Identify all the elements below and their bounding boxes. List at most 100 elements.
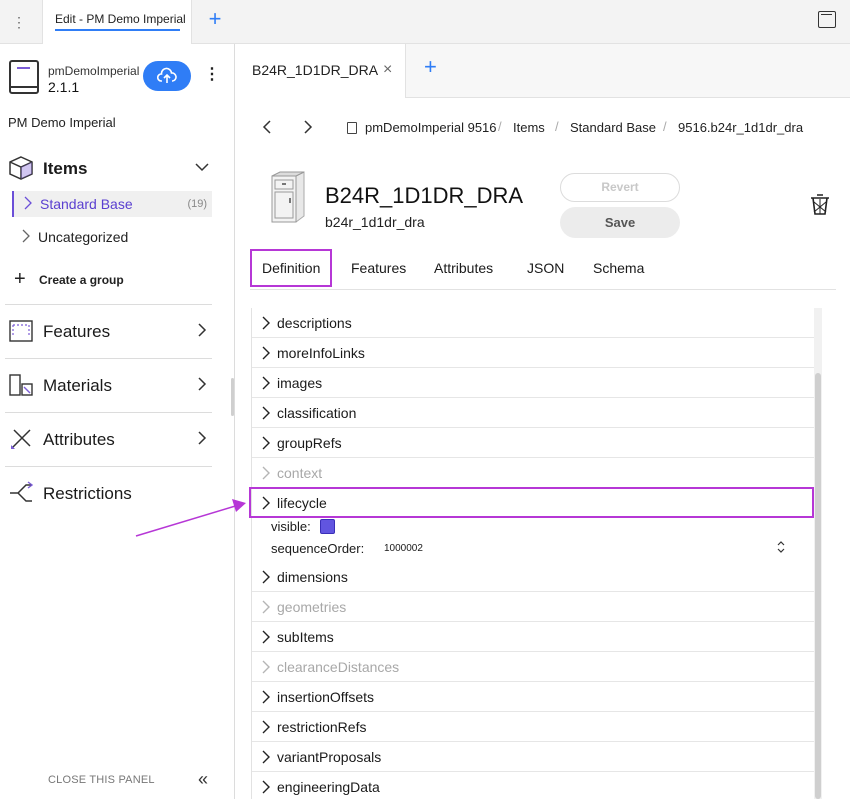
cloud-upload-icon xyxy=(157,67,177,83)
tree-row-label: groupRefs xyxy=(277,435,342,451)
tree-row-dimensions[interactable]: dimensions xyxy=(252,562,815,592)
chevron-right-icon xyxy=(262,600,270,614)
tree-row-geometries: geometries xyxy=(252,592,815,622)
chevron-right-icon[interactable] xyxy=(194,429,210,447)
forward-arrow-icon[interactable] xyxy=(301,118,315,136)
breadcrumb-separator: / xyxy=(555,119,559,134)
tree-row-label: restrictionRefs xyxy=(277,719,367,735)
visible-checkbox[interactable] xyxy=(320,519,335,534)
tree-row-label: clearanceDistances xyxy=(277,659,400,675)
tools-icon xyxy=(11,429,31,449)
tree-row-label: dimensions xyxy=(277,569,348,585)
tab-features[interactable]: Features xyxy=(351,260,406,276)
tree-row-label: insertionOffsets xyxy=(277,689,375,705)
back-arrow-icon[interactable] xyxy=(260,118,274,136)
double-chevron-left-icon[interactable]: « xyxy=(198,770,216,788)
breadcrumb-group[interactable]: Standard Base xyxy=(570,120,656,135)
sidebar-item-features[interactable]: Features xyxy=(8,313,212,349)
tab-edit-project[interactable]: Edit - PM Demo Imperial xyxy=(42,0,192,44)
book-icon xyxy=(347,122,357,134)
plus-icon: + xyxy=(14,268,26,290)
tree-row-context: context xyxy=(252,458,815,488)
group-standard-base[interactable]: Standard Base (19) xyxy=(12,191,212,217)
chevron-right-icon[interactable] xyxy=(194,375,210,393)
sequence-order-input[interactable]: 1000002 xyxy=(384,543,423,554)
chevron-right-icon xyxy=(262,750,270,764)
tree-row-restriction-refs[interactable]: restrictionRefs xyxy=(252,712,815,742)
chevron-right-icon xyxy=(262,690,270,704)
app-menu-icon[interactable]: ⋮ xyxy=(12,12,26,32)
chevron-down-icon[interactable] xyxy=(194,158,210,176)
chevron-right-icon xyxy=(262,346,270,360)
create-group-label: Create a group xyxy=(39,273,124,287)
sidebar-item-restrictions[interactable]: Restrictions xyxy=(8,475,212,511)
revert-button[interactable]: Revert xyxy=(560,173,680,202)
tree-row-label: variantProposals xyxy=(277,749,382,765)
publish-button[interactable] xyxy=(143,61,191,91)
tree-row-images[interactable]: images xyxy=(252,368,815,398)
tree-row-descriptions[interactable]: descriptions xyxy=(252,308,815,338)
tree-row-insertion-offsets[interactable]: insertionOffsets xyxy=(252,682,815,712)
sidebar-item-label: Features xyxy=(43,322,111,341)
tree-row-engineering-data[interactable]: engineeringData xyxy=(252,772,815,799)
new-tab-icon[interactable]: + xyxy=(205,8,225,31)
project-version: 2.1.1 xyxy=(48,79,80,95)
chevron-right-icon xyxy=(262,660,270,674)
breadcrumb-items[interactable]: Items xyxy=(513,120,545,135)
close-panel-button[interactable]: CLOSE THIS PANEL xyxy=(48,774,155,786)
tab-attributes[interactable]: Attributes xyxy=(434,260,493,276)
spinner-icon[interactable] xyxy=(776,540,786,554)
trash-icon[interactable] xyxy=(809,194,831,216)
tree-row-variant-proposals[interactable]: variantProposals xyxy=(252,742,815,772)
sidebar-item-label: Items xyxy=(43,159,88,178)
tree-row-label: classification xyxy=(277,405,357,421)
features-icon xyxy=(9,320,33,342)
editor-tab-bar: B24R_1D1DR_DRA × + xyxy=(236,44,850,98)
breadcrumb-separator: / xyxy=(663,119,667,134)
create-group-button[interactable]: + Create a group xyxy=(14,268,204,291)
tree-row-classification[interactable]: classification xyxy=(252,398,815,428)
panel-resize-handle[interactable] xyxy=(231,378,234,416)
project-title: PM Demo Imperial xyxy=(8,115,116,130)
sidebar-item-attributes[interactable]: Attributes xyxy=(8,421,212,457)
tree-row-label: subItems xyxy=(277,629,334,645)
tree-row-sub-items[interactable]: subItems xyxy=(252,622,815,652)
tab-json[interactable]: JSON xyxy=(527,260,564,276)
group-uncategorized[interactable]: Uncategorized xyxy=(12,224,212,250)
group-count: (19) xyxy=(187,198,207,210)
sidebar-item-materials[interactable]: Materials xyxy=(8,367,212,403)
sidebar-item-label: Materials xyxy=(43,376,112,395)
chevron-right-icon xyxy=(24,196,32,210)
window-icon[interactable] xyxy=(818,11,836,28)
divider xyxy=(5,358,212,359)
chevron-right-icon xyxy=(22,229,30,243)
sidebar-item-label: Attributes xyxy=(43,430,115,449)
left-panel: pmDemoImperial 2.1.1 ⋮ PM Demo Imperial … xyxy=(0,44,235,799)
sequence-order-label: sequenceOrder: xyxy=(271,541,365,556)
group-label: Uncategorized xyxy=(38,229,129,245)
sidebar-item-items[interactable]: Items xyxy=(8,150,212,186)
project-menu-icon[interactable]: ⋮ xyxy=(204,66,220,86)
breadcrumb-item: 9516.b24r_1d1dr_dra xyxy=(678,120,804,135)
tree-row-label: moreInfoLinks xyxy=(277,345,365,361)
sidebar-item-label: Restrictions xyxy=(43,484,132,503)
cabinet-thumbnail xyxy=(271,171,305,223)
divider xyxy=(5,412,212,413)
tab-definition[interactable]: Definition xyxy=(262,260,320,276)
breadcrumb-separator: / xyxy=(498,119,502,134)
chevron-right-icon xyxy=(262,316,270,330)
save-button[interactable]: Save xyxy=(560,207,680,238)
tab-active-indicator xyxy=(55,29,180,31)
scrollbar-thumb[interactable] xyxy=(815,373,821,799)
tab-schema[interactable]: Schema xyxy=(593,260,644,276)
close-icon[interactable]: × xyxy=(383,62,392,78)
chevron-right-icon[interactable] xyxy=(194,321,210,339)
tree-row-more-info-links[interactable]: moreInfoLinks xyxy=(252,338,815,368)
tab-item-editor[interactable]: B24R_1D1DR_DRA × xyxy=(236,44,406,98)
tree-row-group-refs[interactable]: groupRefs xyxy=(252,428,815,458)
book-icon xyxy=(9,60,39,94)
new-editor-tab-icon[interactable]: + xyxy=(424,56,437,78)
app-top-bar: ⋮ Edit - PM Demo Imperial + xyxy=(0,0,850,44)
breadcrumb-project[interactable]: pmDemoImperial 9516 xyxy=(365,120,497,135)
tree-row-label: images xyxy=(277,375,323,391)
